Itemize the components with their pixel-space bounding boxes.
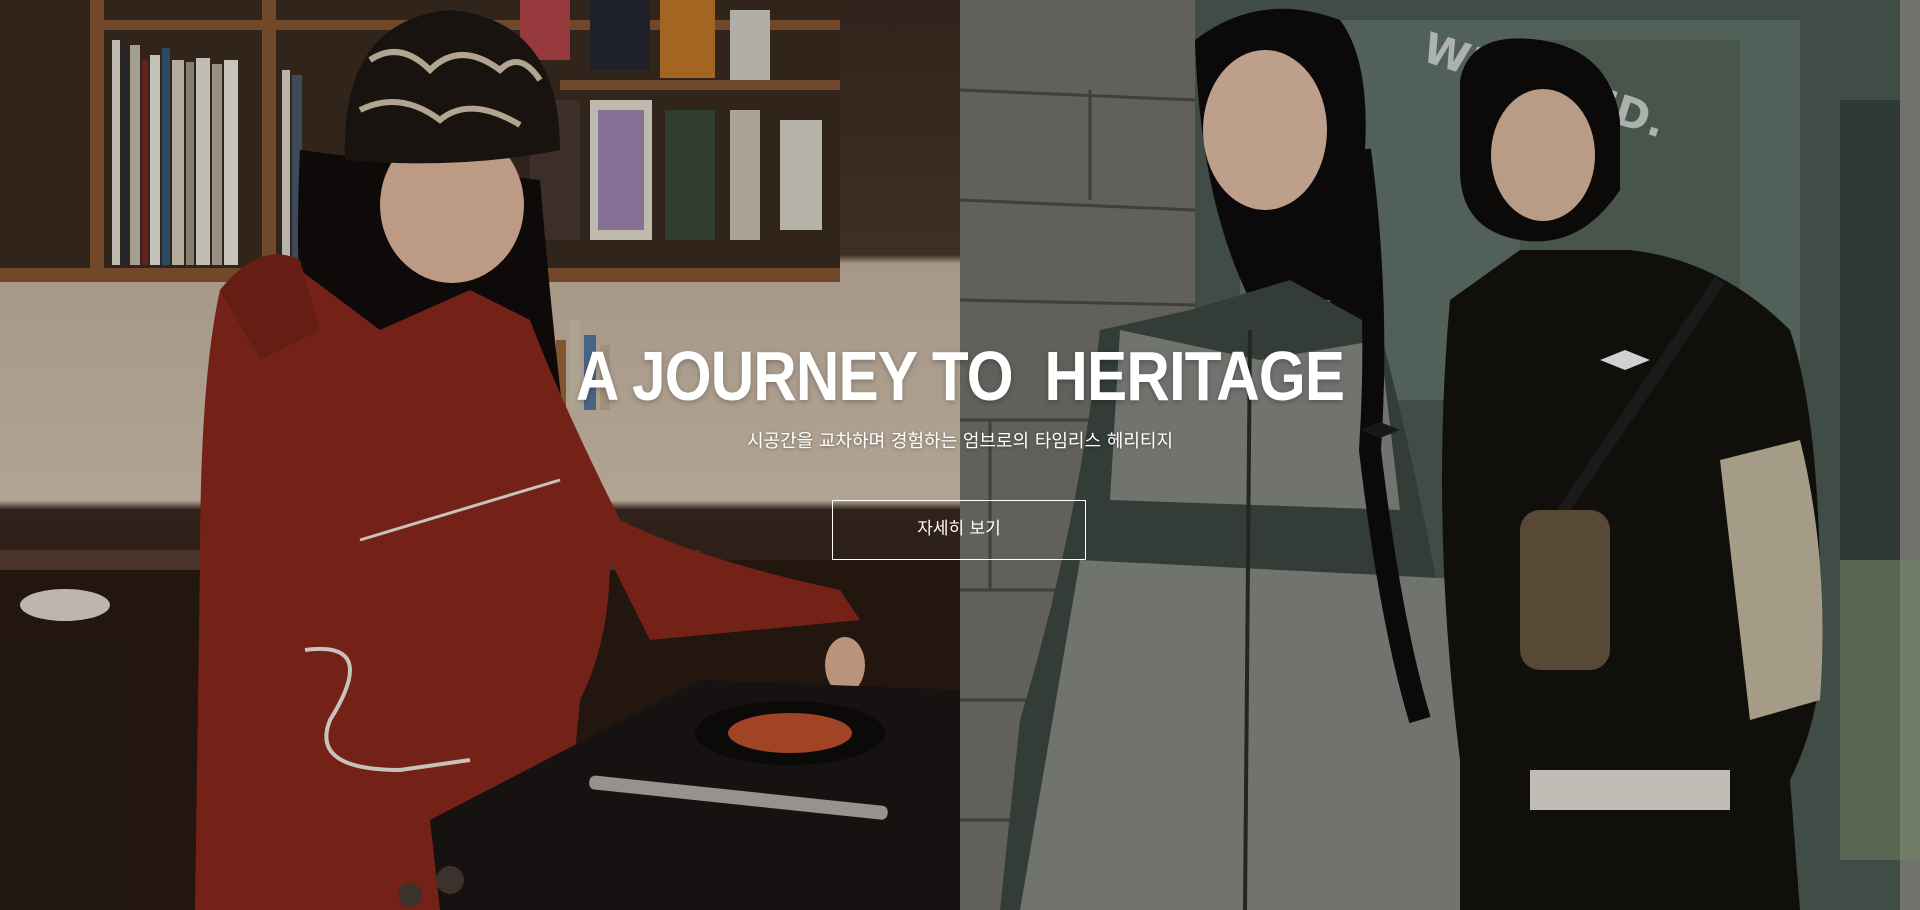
hero-photo-right: WRAPPED. [960, 0, 1920, 910]
view-details-button[interactable]: 자세히 보기 [832, 500, 1086, 560]
photo-dim-overlay [0, 0, 960, 910]
hero-banner[interactable]: WRAPPED. A JOUR [0, 0, 1920, 910]
hero-photo-left [0, 0, 960, 910]
photo-dim-overlay [960, 0, 1920, 910]
